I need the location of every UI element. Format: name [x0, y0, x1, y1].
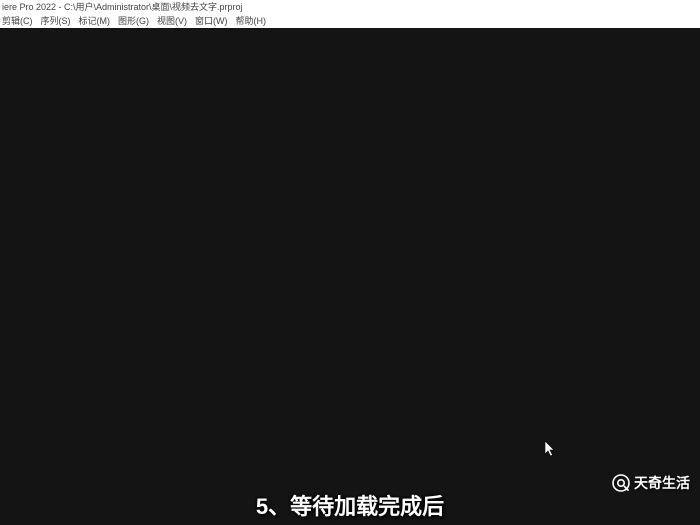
menu-marker[interactable]: 标记(M) [79, 14, 111, 28]
menu-view[interactable]: 视图(V) [157, 14, 187, 28]
watermark: 天奇生活 [612, 473, 690, 493]
app-window: iere Pro 2022 - C:\用户\Administrator\桌面\视… [0, 0, 700, 525]
watermark-logo-icon [612, 474, 630, 492]
menu-window[interactable]: 窗口(W) [195, 14, 228, 28]
menu-help[interactable]: 帮助(H) [236, 14, 267, 28]
editor-canvas[interactable]: 天奇生活 5、等待加载完成后 [0, 28, 700, 525]
mouse-cursor-icon [545, 441, 557, 459]
menu-clip[interactable]: 剪辑(C) [2, 14, 33, 28]
menu-bar: 剪辑(C) 序列(S) 标记(M) 图形(G) 视图(V) 窗口(W) 帮助(H… [0, 14, 700, 28]
window-title: iere Pro 2022 - C:\用户\Administrator\桌面\视… [2, 2, 243, 12]
title-bar: iere Pro 2022 - C:\用户\Administrator\桌面\视… [0, 0, 700, 14]
subtitle-text: 5、等待加载完成后 [256, 494, 444, 519]
menu-graphics[interactable]: 图形(G) [118, 14, 149, 28]
subtitle-caption: 5、等待加载完成后 [256, 489, 444, 521]
watermark-text: 天奇生活 [634, 473, 690, 493]
menu-sequence[interactable]: 序列(S) [41, 14, 71, 28]
